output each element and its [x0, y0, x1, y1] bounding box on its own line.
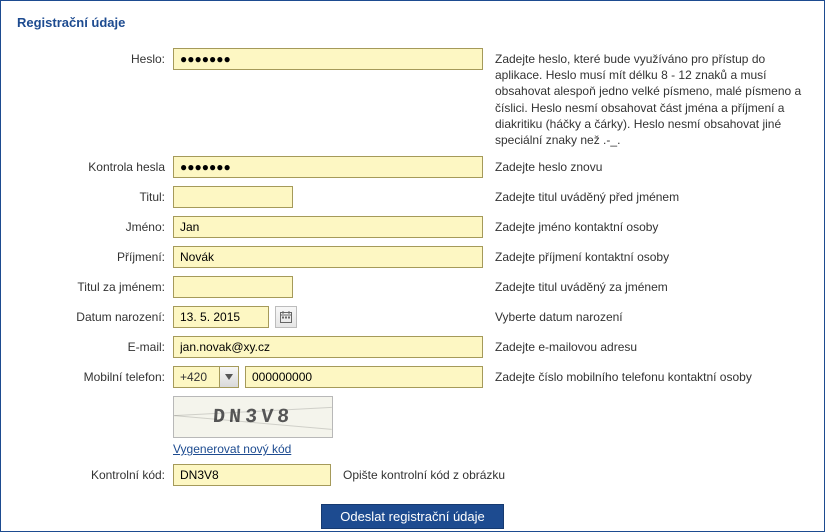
- label-password-confirm: Kontrola hesla: [15, 156, 173, 174]
- hint-password-confirm: Zadejte heslo znovu: [483, 156, 810, 175]
- label-control-code: Kontrolní kód:: [15, 464, 173, 482]
- calendar-icon: [280, 311, 292, 323]
- captcha-code-display: DN3V8: [212, 406, 294, 429]
- phone-prefix-value: +420: [174, 370, 219, 384]
- row-control-code: Kontrolní kód: Opište kontrolní kód z ob…: [15, 464, 810, 486]
- hint-password: Zadejte heslo, které bude využíváno pro …: [483, 48, 810, 148]
- password-input[interactable]: [173, 48, 483, 70]
- title-post-input[interactable]: [173, 276, 293, 298]
- hint-first-name: Zadejte jméno kontaktní osoby: [483, 216, 810, 235]
- hint-last-name: Zadejte příjmení kontaktní osoby: [483, 246, 810, 265]
- last-name-input[interactable]: [173, 246, 483, 268]
- hint-email: Zadejte e-mailovou adresu: [483, 336, 810, 355]
- label-title-pre: Titul:: [15, 186, 173, 204]
- hint-control-code: Opište kontrolní kód z obrázku: [343, 468, 505, 482]
- row-first-name: Jméno: Zadejte jméno kontaktní osoby: [15, 216, 810, 238]
- phone-number-input[interactable]: [245, 366, 483, 388]
- birth-date-input[interactable]: [173, 306, 269, 328]
- label-phone: Mobilní telefon:: [15, 366, 173, 384]
- row-title-pre: Titul: Zadejte titul uváděný před jménem: [15, 186, 810, 208]
- password-confirm-input[interactable]: [173, 156, 483, 178]
- label-first-name: Jméno:: [15, 216, 173, 234]
- submit-row: Odeslat registrační údaje: [15, 504, 810, 529]
- row-birth-date: Datum narození: Vyberte datum narození: [15, 306, 810, 328]
- submit-button[interactable]: Odeslat registrační údaje: [321, 504, 504, 529]
- row-email: E-mail: Zadejte e-mailovou adresu: [15, 336, 810, 358]
- label-birth-date: Datum narození:: [15, 306, 173, 324]
- phone-prefix-select[interactable]: +420: [173, 366, 239, 388]
- registration-panel: Registrační údaje Heslo: Zadejte heslo, …: [0, 0, 825, 532]
- hint-phone: Zadejte číslo mobilního telefonu kontakt…: [483, 366, 810, 385]
- row-last-name: Příjmení: Zadejte příjmení kontaktní oso…: [15, 246, 810, 268]
- row-password: Heslo: Zadejte heslo, které bude využívá…: [15, 48, 810, 148]
- row-phone: Mobilní telefon: +420 Zadejte číslo mobi…: [15, 366, 810, 388]
- label-last-name: Příjmení:: [15, 246, 173, 264]
- row-title-post: Titul za jménem: Zadejte titul uváděný z…: [15, 276, 810, 298]
- chevron-down-icon: [225, 374, 233, 380]
- title-pre-input[interactable]: [173, 186, 293, 208]
- label-password: Heslo:: [15, 48, 173, 66]
- hint-birth-date: Vyberte datum narození: [483, 306, 810, 325]
- hint-title-pre: Zadejte titul uváděný před jménem: [483, 186, 810, 205]
- regenerate-captcha-link[interactable]: Vygenerovat nový kód: [173, 442, 291, 456]
- panel-title: Registrační údaje: [17, 15, 810, 30]
- captcha-image: DN3V8: [173, 396, 333, 438]
- label-email: E-mail:: [15, 336, 173, 354]
- first-name-input[interactable]: [173, 216, 483, 238]
- control-code-input[interactable]: [173, 464, 331, 486]
- row-password-confirm: Kontrola hesla Zadejte heslo znovu: [15, 156, 810, 178]
- phone-prefix-dropdown-button[interactable]: [219, 367, 238, 387]
- calendar-button[interactable]: [275, 306, 297, 328]
- email-input[interactable]: [173, 336, 483, 358]
- hint-title-post: Zadejte titul uváděný za jménem: [483, 276, 810, 295]
- row-captcha-image: DN3V8 Vygenerovat nový kód: [15, 396, 810, 456]
- label-title-post: Titul za jménem:: [15, 276, 173, 294]
